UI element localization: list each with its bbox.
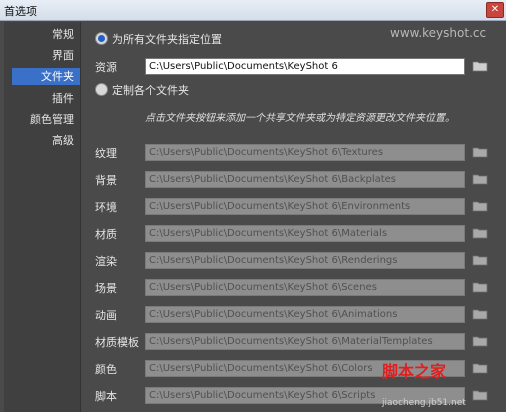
brand-url: jiaocheng.jb51.net — [382, 398, 466, 408]
folder-icon[interactable] — [472, 362, 488, 374]
folder-icon[interactable] — [472, 200, 488, 212]
radio-custom-folders[interactable] — [95, 83, 108, 96]
folder-label: 背景 — [95, 174, 117, 187]
close-icon[interactable]: ✕ — [486, 2, 504, 18]
folder-icon[interactable] — [472, 254, 488, 266]
folder-label: 环境 — [95, 201, 117, 214]
folder-label: 渲染 — [95, 255, 117, 268]
folder-path-field: C:\Users\Public\Documents\KeyShot 6\Anim… — [145, 306, 465, 323]
folder-path-field: C:\Users\Public\Documents\KeyShot 6\Envi… — [145, 198, 465, 215]
sidebar-item-advanced[interactable]: 高级 — [4, 132, 80, 149]
brand-logo: 脚本之家 — [382, 362, 447, 381]
watermark: www.keyshot.cc — [390, 26, 487, 40]
sidebar: 常规 界面 文件夹 插件 颜色管理 高级 — [4, 22, 81, 412]
folder-path-field: C:\Users\Public\Documents\KeyShot 6\Mate… — [145, 333, 465, 350]
folder-label: 动画 — [95, 309, 117, 322]
sidebar-item-color-management[interactable]: 颜色管理 — [4, 111, 80, 128]
folder-label: 材质 — [95, 228, 117, 241]
folder-path-field: C:\Users\Public\Documents\KeyShot 6\Text… — [145, 144, 465, 161]
all-folders-label: 为所有文件夹指定位置 — [112, 33, 222, 46]
custom-folders-label: 定制各个文件夹 — [112, 84, 189, 97]
folder-icon[interactable] — [472, 281, 488, 293]
radio-all-folders[interactable] — [95, 32, 108, 45]
hint-text: 点击文件夹按钮来添加一个共享文件夹或为特定资源更改文件夹位置。 — [145, 113, 455, 124]
folder-path-field: C:\Users\Public\Documents\KeyShot 6\Scen… — [145, 279, 465, 296]
folder-label: 纹理 — [95, 147, 117, 160]
window-title: 首选项 — [4, 5, 37, 18]
folder-path-field: C:\Users\Public\Documents\KeyShot 6\Rend… — [145, 252, 465, 269]
folder-icon[interactable] — [472, 389, 488, 401]
folder-icon[interactable] — [472, 335, 488, 347]
folder-label: 颜色 — [95, 363, 117, 376]
folder-label: 材质模板 — [95, 336, 139, 349]
title-bar: 首选项 ✕ — [0, 0, 506, 21]
sidebar-item-general[interactable]: 常规 — [4, 26, 80, 43]
folder-icon[interactable] — [472, 308, 488, 320]
folder-icon[interactable] — [472, 146, 488, 158]
sidebar-item-plugins[interactable]: 插件 — [4, 90, 80, 107]
folder-icon[interactable] — [472, 227, 488, 239]
resources-path-field[interactable]: C:\Users\Public\Documents\KeyShot 6 — [145, 58, 465, 75]
folder-icon[interactable] — [472, 173, 488, 185]
folder-label: 场景 — [95, 282, 117, 295]
sidebar-item-folders[interactable]: 文件夹 — [12, 68, 80, 85]
folder-icon[interactable] — [472, 60, 488, 72]
folder-path-field: C:\Users\Public\Documents\KeyShot 6\Mate… — [145, 225, 465, 242]
sidebar-item-interface[interactable]: 界面 — [4, 47, 80, 64]
resources-label: 资源 — [95, 61, 117, 74]
folder-path-field: C:\Users\Public\Documents\KeyShot 6\Back… — [145, 171, 465, 188]
folder-label: 脚本 — [95, 390, 117, 403]
